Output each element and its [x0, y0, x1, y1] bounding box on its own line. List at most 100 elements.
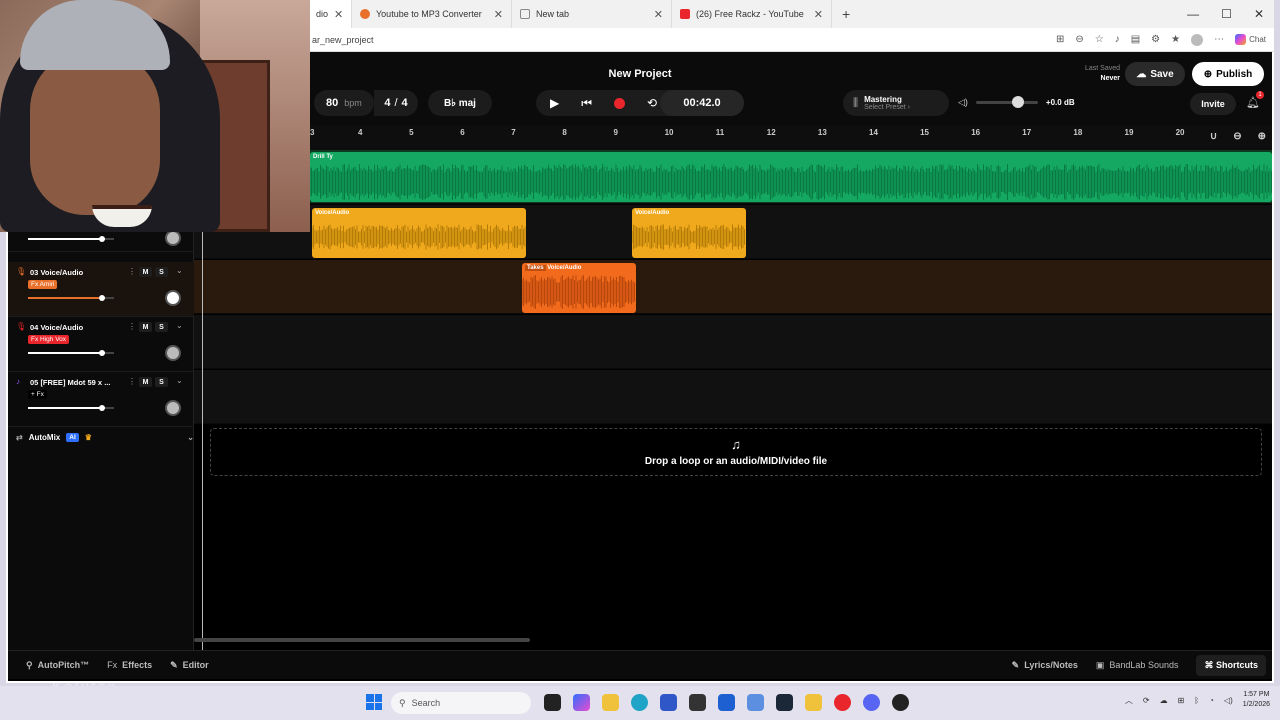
more-icon[interactable]: ⋯ [1214, 34, 1224, 45]
mute-button[interactable]: M [139, 377, 152, 387]
volume-knob[interactable] [98, 295, 105, 301]
clip-voice-2[interactable]: Voice/Audio [632, 208, 746, 258]
volume-slider[interactable] [28, 295, 114, 301]
close-window-icon[interactable]: ✕ [1254, 7, 1264, 21]
pan-knob[interactable] [165, 345, 181, 361]
chevron-down-icon[interactable]: ⌄ [176, 266, 183, 275]
mute-button[interactable]: M [139, 322, 152, 332]
timeline[interactable]: Drill Ty Voice/Audio Voice/Audio Takes V… [194, 150, 1272, 650]
clip-takes[interactable]: Takes Voice/Audio [522, 263, 636, 313]
edge-icon[interactable] [631, 694, 648, 711]
rockstar-icon[interactable] [805, 694, 822, 711]
opera-icon[interactable] [834, 694, 851, 711]
solo-button[interactable]: S [155, 322, 168, 332]
horizontal-scrollbar[interactable] [194, 638, 530, 642]
effects-button[interactable]: Fx Effects [107, 660, 152, 670]
drop-zone[interactable]: ♫ Drop a loop or an audio/MIDI/video fil… [210, 428, 1262, 476]
zoom-in-icon[interactable]: ⊕ [1258, 131, 1266, 142]
close-icon[interactable]: ✕ [334, 8, 343, 21]
minimize-icon[interactable]: — [1187, 7, 1199, 21]
copilot-icon[interactable] [573, 694, 590, 711]
task-view-icon[interactable] [544, 694, 561, 711]
chevron-up-icon[interactable]: ︿ [1125, 695, 1133, 706]
record-icon[interactable] [614, 97, 626, 109]
play-icon[interactable]: ▶ [550, 96, 559, 110]
translate-icon[interactable]: ⊖ [1075, 34, 1083, 45]
lane-vocal-2[interactable]: Voice/Audio Voice/Audio [194, 205, 1272, 259]
tab-mp3-converter[interactable]: Youtube to MP3 Converter ✕ [352, 0, 512, 28]
tray-app-icon[interactable]: ⊞ [1178, 696, 1185, 705]
track-03[interactable]: 🎙︎ 03 Voice/Audio ⋮ MS ⌄ Fx Amiri [8, 262, 194, 317]
windows-start-icon[interactable] [366, 694, 382, 710]
lane-vocal-4[interactable] [194, 315, 1272, 369]
track-name[interactable]: 03 Voice/Audio [30, 268, 83, 277]
lane-vocal-3[interactable]: Takes Voice/Audio [194, 260, 1272, 314]
track-04[interactable]: 🎙︎ 04 Voice/Audio ⋮ MS ⌄ Fx High Vox [8, 317, 194, 372]
chevron-down-icon[interactable]: ⌄ [176, 321, 183, 330]
clip-drill[interactable]: Drill Ty [310, 152, 1272, 202]
favorites-icon[interactable]: ★ [1171, 34, 1180, 45]
close-icon[interactable]: ✕ [654, 8, 663, 21]
tab-youtube[interactable]: (26) Free Rackz - YouTube ✕ [672, 0, 832, 28]
bpm-control[interactable]: 80 bpm [314, 90, 374, 116]
clock[interactable]: 1:57 PM 1/2/2026 [1243, 690, 1270, 710]
track-05[interactable]: ♪ 05 [FREE] Mdot 59 x ... ⋮ MS ⌄ + Fx [8, 372, 194, 427]
app-icon[interactable] [747, 694, 764, 711]
mic-icon[interactable]: ♪ [1115, 34, 1120, 45]
tab-bandlab[interactable]: dio ✕ [308, 0, 352, 28]
taskbar-search[interactable]: ⚲ Search [391, 692, 531, 714]
star-icon[interactable]: ☆ [1095, 34, 1104, 45]
lyrics-button[interactable]: ✎ Lyrics/Notes [1012, 660, 1078, 671]
mastering-selector[interactable]: ⫼ Mastering Select Preset › [843, 90, 949, 116]
address-bar[interactable]: ar_new_project ⊞ ⊖ ☆ ♪ ▤ ⚙ ★ ⋯ Chat [308, 28, 1274, 52]
reading-icon[interactable]: ▤ [1131, 34, 1140, 45]
takes-label[interactable]: Takes [525, 265, 546, 271]
track-menu-icon[interactable]: ⋮ [128, 377, 136, 386]
pan-knob[interactable] [165, 230, 181, 246]
speaker-icon[interactable]: ◁) [1224, 696, 1233, 705]
shortcuts-button[interactable]: ⌘ Shortcuts [1196, 654, 1266, 676]
close-icon[interactable]: ✕ [494, 8, 503, 21]
project-title[interactable]: New Project [310, 68, 970, 80]
mute-button[interactable]: M [139, 267, 152, 277]
volume-knob[interactable] [1012, 96, 1025, 108]
wifi-icon[interactable]: ◔ [1209, 696, 1214, 705]
automix-row[interactable]: ⇄ AutoMix AI ♛ ⌄ [16, 433, 194, 442]
chevron-down-icon[interactable]: ⌄ [187, 433, 194, 442]
lane-beat-5[interactable] [194, 370, 1272, 424]
editor-button[interactable]: ✎ Editor [170, 660, 209, 671]
app-icon[interactable]: ⊞ [1056, 34, 1064, 45]
extensions-icon[interactable]: ⚙ [1151, 34, 1160, 45]
track-menu-icon[interactable]: ⋮ [128, 322, 136, 331]
bluetooth-icon[interactable]: ᛒ [1194, 696, 1199, 705]
chevron-down-icon[interactable]: ⌄ [176, 376, 183, 385]
autopitch-button[interactable]: ⚲ AutoPitch™ [26, 660, 89, 671]
save-button[interactable]: ☁ Save [1125, 62, 1185, 86]
pan-knob[interactable] [165, 290, 181, 306]
magnet-icon[interactable]: ∪ [1210, 131, 1217, 142]
volume-slider[interactable] [28, 350, 114, 356]
fx-badge[interactable]: Fx High Vox [28, 335, 70, 344]
volume-knob[interactable] [98, 236, 105, 242]
fx-badge[interactable]: Fx Amiri [28, 280, 58, 289]
vscode-icon[interactable] [718, 694, 735, 711]
skip-back-icon[interactable]: ⏮ [581, 96, 592, 111]
steam-icon[interactable] [776, 694, 793, 711]
publish-button[interactable]: ⊕ Publish [1192, 62, 1264, 86]
zoom-out-icon[interactable]: ⊖ [1233, 131, 1241, 142]
volume-slider[interactable] [28, 236, 114, 242]
track-menu-icon[interactable]: ⋮ [128, 267, 136, 276]
close-icon[interactable]: ✕ [814, 8, 823, 21]
time-signature[interactable]: 4 / 4 [374, 90, 418, 116]
volume-knob[interactable] [98, 350, 105, 356]
track-name[interactable]: 04 Voice/Audio [30, 323, 83, 332]
solo-button[interactable]: S [155, 377, 168, 387]
store-icon[interactable] [660, 694, 677, 711]
clip-voice-1[interactable]: Voice/Audio [312, 208, 526, 258]
new-tab-icon[interactable]: + [842, 6, 850, 22]
track-name[interactable]: 05 [FREE] Mdot 59 x ... [30, 378, 110, 387]
discord-icon[interactable] [863, 694, 880, 711]
invite-button[interactable]: Invite [1190, 93, 1236, 115]
bandlab-sounds-button[interactable]: ▣ BandLab Sounds [1096, 660, 1179, 671]
solo-button[interactable]: S [155, 267, 168, 277]
